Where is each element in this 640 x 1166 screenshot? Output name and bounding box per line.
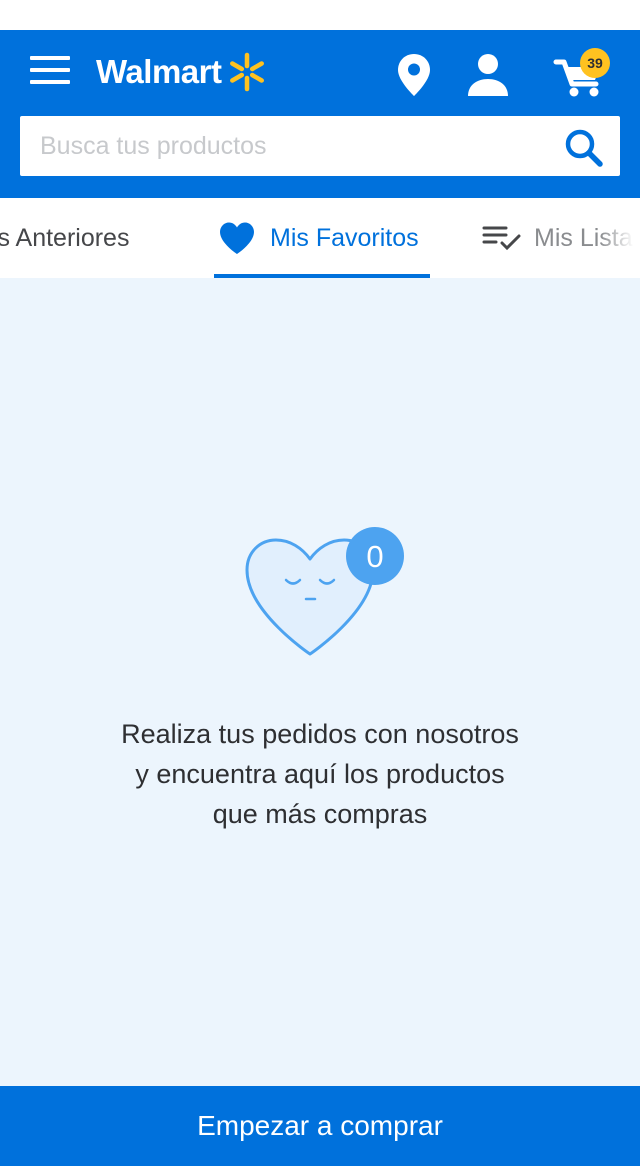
empty-message: Realiza tus pedidos con nosotros y encue… (60, 714, 580, 834)
spark-icon (230, 52, 265, 92)
location-pin-icon[interactable] (396, 52, 432, 98)
cart-count-badge: 39 (580, 48, 610, 78)
walmart-logo[interactable]: Walmart (96, 50, 267, 94)
empty-message-line: que más compras (212, 799, 428, 829)
tab-label: Mis Favoritos (270, 223, 419, 252)
tab-previous-orders[interactable]: los Anteriores (0, 198, 129, 278)
menu-icon[interactable] (30, 56, 70, 88)
checklist-icon (482, 226, 521, 251)
empty-message-line: Realiza tus pedidos con nosotros (121, 719, 519, 749)
search-icon[interactable] (564, 128, 604, 168)
logo-text: Walmart (96, 53, 222, 90)
tab-label: los Anteriores (0, 223, 130, 252)
favorites-empty-state: 0 Realiza tus pedidos con nosotros y enc… (0, 278, 640, 1086)
start-shopping-button[interactable]: Empezar a comprar (0, 1086, 640, 1166)
tab-my-lists[interactable]: Mis Listas (482, 198, 640, 278)
empty-message-line: y encuentra aquí los productos (135, 759, 505, 789)
tab-favorites[interactable]: Mis Favoritos (214, 198, 430, 278)
heart-icon (220, 222, 254, 254)
cart-icon[interactable]: 39 (552, 48, 612, 100)
favorites-count: 0 (366, 539, 383, 574)
status-bar (0, 0, 640, 30)
search-input[interactable] (20, 116, 550, 176)
account-icon[interactable] (464, 52, 512, 98)
app-header: Walmart 39 (0, 30, 640, 198)
tab-bar: los Anteriores Mis Favoritos Mis Listas (0, 198, 640, 278)
search-bar (20, 116, 620, 176)
tab-label: Mis Listas (534, 223, 640, 252)
sleeping-heart-icon: 0 (245, 527, 404, 656)
